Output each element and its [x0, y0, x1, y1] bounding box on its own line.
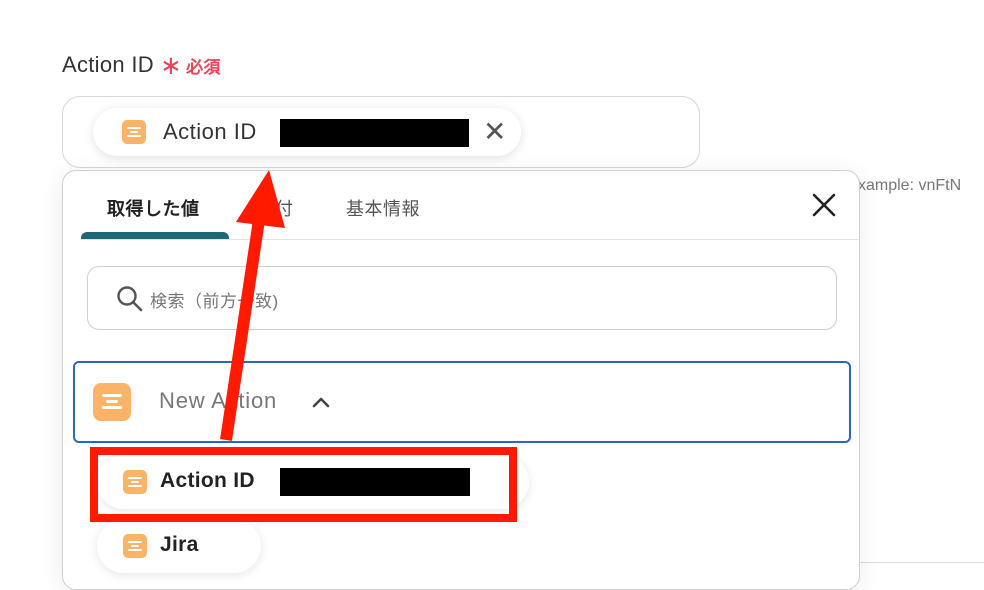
annotation-arrow: [220, 170, 285, 441]
